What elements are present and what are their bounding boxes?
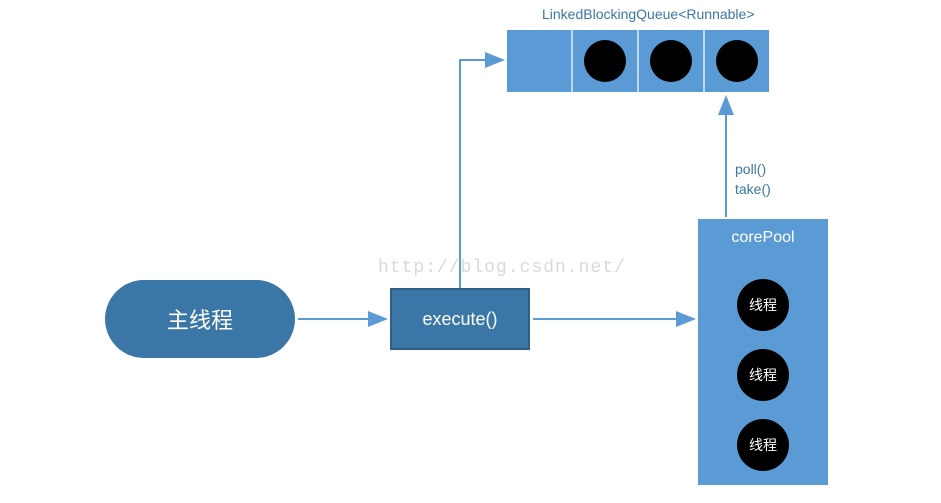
queue-cell	[573, 30, 639, 92]
runnable-task-icon	[716, 40, 758, 82]
main-thread-label: 主线程	[167, 303, 233, 335]
queue-cell-empty	[507, 30, 573, 92]
runnable-task-icon	[584, 40, 626, 82]
thread-icon: 线程	[737, 349, 789, 401]
linked-blocking-queue	[507, 30, 769, 92]
queue-cell	[639, 30, 705, 92]
poll-take-label: poll() take()	[735, 160, 771, 199]
take-label: take()	[735, 180, 771, 200]
queue-title: LinkedBlockingQueue<Runnable>	[542, 6, 755, 22]
queue-cell	[705, 30, 769, 92]
thread-label: 线程	[749, 295, 777, 315]
core-pool-title: corePool	[698, 229, 828, 247]
core-pool-node: corePool 线程 线程 线程	[698, 219, 828, 485]
execute-node: execute()	[390, 288, 530, 350]
core-pool-threads-container: 线程 线程 线程	[698, 279, 828, 471]
main-thread-node: 主线程	[105, 280, 295, 358]
poll-label: poll()	[735, 160, 771, 180]
thread-icon: 线程	[737, 279, 789, 331]
execute-label: execute()	[422, 309, 497, 330]
thread-icon: 线程	[737, 419, 789, 471]
thread-label: 线程	[749, 435, 777, 455]
runnable-task-icon	[650, 40, 692, 82]
watermark-text: http://blog.csdn.net/	[378, 258, 626, 278]
thread-label: 线程	[749, 365, 777, 385]
arrow-execute-to-queue	[460, 60, 503, 288]
